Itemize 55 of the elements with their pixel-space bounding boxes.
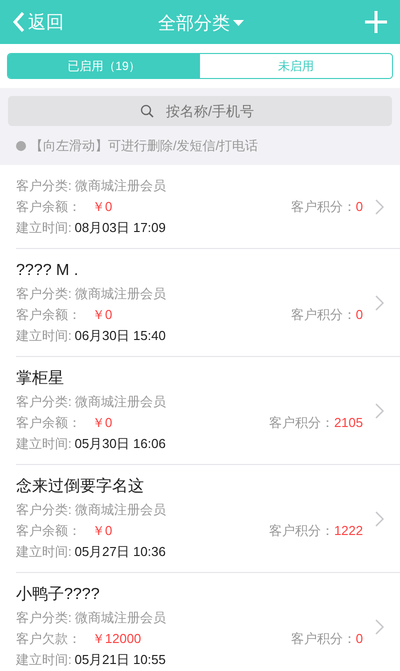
balance-label: 客户余额： bbox=[16, 414, 82, 432]
time-value: 05月30日 16:06 bbox=[74, 435, 166, 453]
balance-value: ￥0 bbox=[92, 522, 112, 540]
time-label: 建立时间: bbox=[16, 543, 72, 561]
points-label: 客户积分： bbox=[269, 522, 334, 540]
customer-row[interactable]: 念来过倒要字名这 客户分类: 微商城注册会员 客户余额： ￥0 客户积分：1222 建立时间: 05月27日 10:36 bbox=[16, 465, 400, 573]
points-value: 0 bbox=[356, 630, 363, 648]
points-value: 0 bbox=[356, 198, 363, 216]
search-icon bbox=[140, 104, 154, 118]
time-label: 建立时间: bbox=[16, 327, 72, 345]
points-label: 客户积分： bbox=[269, 414, 334, 432]
chevron-icon bbox=[375, 294, 384, 310]
time-value: 05月21日 10:55 bbox=[74, 651, 166, 669]
points-label: 客户积分： bbox=[290, 306, 356, 324]
chevron-icon bbox=[375, 402, 384, 418]
customer-name: 掌柜星 bbox=[16, 368, 65, 389]
time-value: 05月27日 10:36 bbox=[74, 543, 166, 561]
chevron-icon bbox=[375, 198, 384, 214]
points-label: 客户积分： bbox=[290, 198, 356, 216]
customer-row[interactable]: 小鸭子???? 客户分类: 微商城注册会员 客户欠款： ￥12000 客户积分：0 建立时间: 05月21日 10:55 bbox=[16, 573, 400, 671]
customer-category: 客户分类: 微商城注册会员 bbox=[16, 393, 168, 411]
customer-category: 客户分类: 微商城注册会员 bbox=[16, 501, 168, 519]
swipe-hint: 【向左滑动】可进行删除/发短信/打电话 bbox=[30, 136, 258, 155]
time-label: 建立时间: bbox=[16, 219, 72, 237]
balance-value: ￥0 bbox=[92, 198, 112, 216]
balance-label: 客户欠款： bbox=[16, 630, 82, 648]
points-value: 1222 bbox=[334, 522, 363, 540]
customer-category: 客户分类: 微商城注册会员 bbox=[16, 609, 168, 627]
points-value: 0 bbox=[356, 306, 363, 324]
search-field[interactable]: 按名称/手机号 bbox=[8, 96, 392, 126]
balance-value: ￥0 bbox=[92, 306, 112, 324]
balance-label: 客户余额： bbox=[16, 198, 82, 216]
points-value: 2105 bbox=[334, 414, 363, 432]
customer-row[interactable]: 客户分类: 微商城注册会员 客户余额： ￥0 客户积分：0 建立时间: 08月03日 17:09 bbox=[16, 165, 400, 249]
balance-label: 客户余额： bbox=[16, 522, 82, 540]
customer-row[interactable]: 掌柜星 客户分类: 微商城注册会员 客户余额： ￥0 客户积分：2105 建立时间: 05月30日 16:06 bbox=[16, 357, 400, 465]
customer-name: 小鸭子???? bbox=[16, 584, 101, 605]
add-icon[interactable] bbox=[365, 11, 387, 33]
customer-category: 客户分类: 微商城注册会员 bbox=[16, 285, 168, 303]
customer-row[interactable]: ???? M . 客户分类: 微商城注册会员 客户余额： ￥0 客户积分：0 建立时间: 06月30日 15:40 bbox=[16, 249, 400, 357]
points-label: 客户积分： bbox=[290, 630, 356, 648]
caret-icon bbox=[233, 20, 244, 27]
time-label: 建立时间: bbox=[16, 651, 72, 669]
time-value: 08月03日 17:09 bbox=[74, 219, 166, 237]
back-icon bbox=[12, 11, 26, 33]
time-label: 建立时间: bbox=[16, 435, 72, 453]
balance-label: 客户余额： bbox=[16, 306, 82, 324]
time-value: 06月30日 15:40 bbox=[74, 327, 166, 345]
customer-name: ???? M . bbox=[16, 261, 80, 281]
chevron-icon bbox=[375, 510, 384, 526]
chevron-icon bbox=[375, 618, 384, 634]
customer-category: 客户分类: 微商城注册会员 bbox=[16, 177, 168, 195]
balance-value: ￥0 bbox=[92, 414, 112, 432]
balance-value: ￥12000 bbox=[92, 630, 142, 648]
customer-name: 念来过倒要字名这 bbox=[16, 476, 145, 497]
